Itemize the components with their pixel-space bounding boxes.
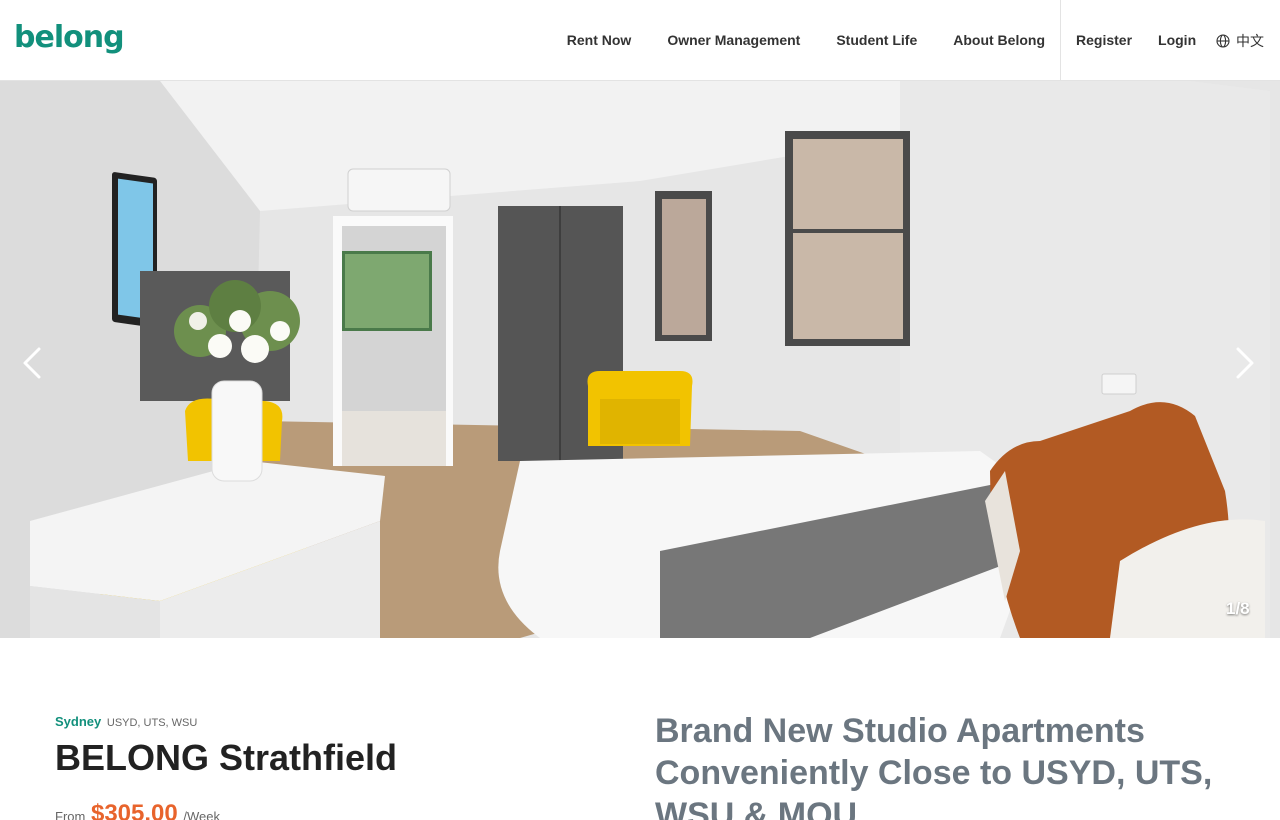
- price-prefix: From: [55, 809, 86, 820]
- main-nav: Rent Now Owner Management Student Life A…: [567, 0, 1045, 80]
- belong-logo[interactable]: belong: [14, 20, 125, 55]
- nav-owner-management[interactable]: Owner Management: [667, 32, 800, 48]
- globe-icon: [1216, 34, 1230, 48]
- property-price: From $305.00 /Week: [55, 800, 220, 820]
- nav-student-life[interactable]: Student Life: [836, 32, 917, 48]
- carousel-prev-button[interactable]: [14, 343, 50, 383]
- property-headline: Brand New Studio Apartments Conveniently…: [655, 712, 1213, 820]
- nav-divider: [1060, 0, 1061, 80]
- chevron-right-icon: [1236, 347, 1254, 379]
- site-header: belong Rent Now Owner Management Student…: [0, 0, 1280, 81]
- language-switcher[interactable]: 中文: [1216, 31, 1264, 51]
- property-location: Sydney USYD, UTS, WSU: [55, 714, 197, 729]
- carousel-next-button[interactable]: [1227, 343, 1263, 383]
- register-link[interactable]: Register: [1076, 32, 1132, 48]
- auth-nav: Register Login: [1076, 0, 1196, 80]
- price-unit: /Week: [183, 809, 220, 820]
- image-carousel[interactable]: 1/8: [0, 81, 1280, 638]
- nav-rent-now[interactable]: Rent Now: [567, 32, 632, 48]
- carousel-counter: 1/8: [1226, 599, 1250, 618]
- property-city[interactable]: Sydney: [55, 714, 101, 729]
- chevron-left-icon: [23, 347, 41, 379]
- nav-about-belong[interactable]: About Belong: [953, 32, 1045, 48]
- price-value: $305.00: [90, 800, 178, 820]
- property-universities: USYD, UTS, WSU: [106, 717, 198, 729]
- language-label: 中文: [1236, 33, 1264, 49]
- studio-room-photo: [0, 81, 1280, 638]
- login-link[interactable]: Login: [1158, 32, 1196, 48]
- property-title: BELONG Strathfield: [55, 737, 398, 778]
